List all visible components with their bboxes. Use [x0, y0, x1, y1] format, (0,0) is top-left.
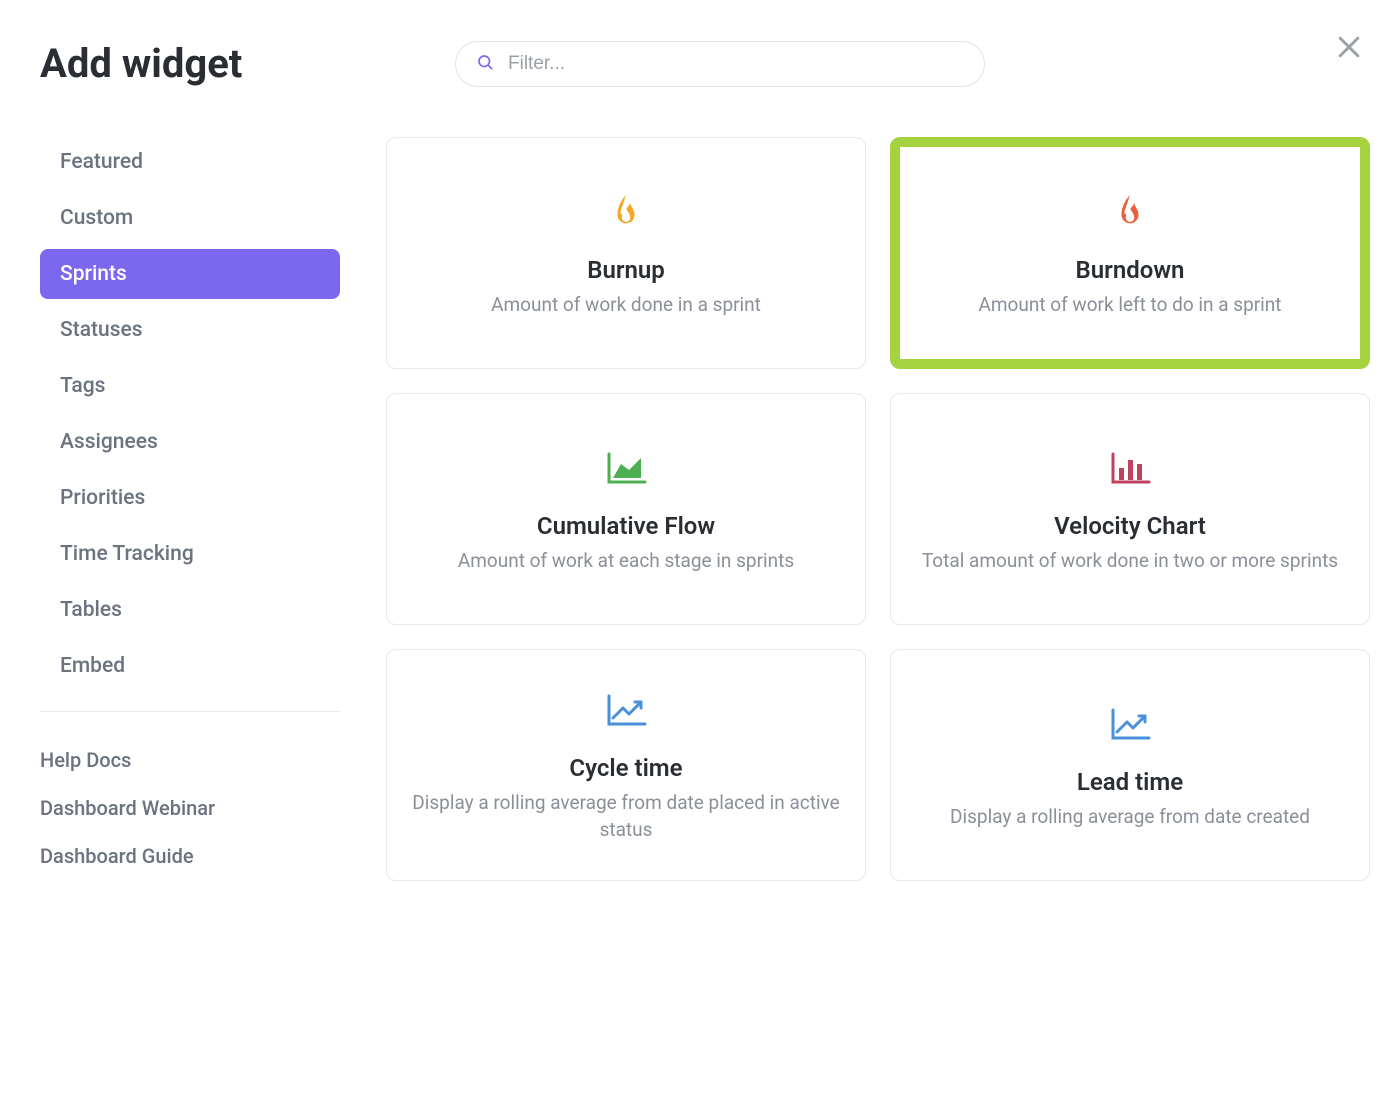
flame-orange — [1113, 190, 1147, 234]
close-icon — [1334, 47, 1364, 66]
widget-card-burndown[interactable]: Burndown Amount of work left to do in a s… — [890, 137, 1370, 369]
widget-grid-container: BurnupAmount of work done in a sprintBur… — [340, 137, 1370, 881]
sidebar-item-assignees[interactable]: Assignees — [40, 417, 340, 467]
widget-card-title: Burnup — [587, 256, 665, 284]
help-link-dashboard-webinar[interactable]: Dashboard Webinar — [40, 784, 340, 832]
page-title: Add widget — [40, 40, 445, 87]
trend-chart-icon — [605, 688, 647, 732]
widget-card-description: Total amount of work done in two or more… — [922, 548, 1338, 575]
widget-card-title: Velocity Chart — [1054, 512, 1206, 540]
sidebar-divider — [40, 711, 340, 712]
sidebar-item-priorities[interactable]: Priorities — [40, 473, 340, 523]
search-field[interactable] — [455, 41, 985, 87]
widget-card-title: Lead time — [1077, 768, 1183, 796]
widget-card-lead-time[interactable]: Lead time Display a rolling average from … — [890, 649, 1370, 881]
search-input[interactable] — [508, 53, 964, 75]
widget-card-burnup[interactable]: Burnup Amount of work done in a sprint — [386, 137, 866, 369]
sidebar-item-tags[interactable]: Tags — [40, 361, 340, 411]
area-chart-icon — [605, 446, 647, 490]
help-link-dashboard-guide[interactable]: Dashboard Guide — [40, 832, 340, 880]
flame-yellow — [609, 190, 643, 234]
widget-card-title: Burndown — [1076, 256, 1185, 284]
widget-card-cumulative-flow[interactable]: Cumulative Flow Amount of work at each st… — [386, 393, 866, 625]
sidebar-item-sprints[interactable]: Sprints — [40, 249, 340, 299]
bar-chart-icon — [1109, 446, 1151, 490]
widget-card-description: Amount of work done in a sprint — [491, 292, 761, 319]
sidebar-item-tables[interactable]: Tables — [40, 585, 340, 635]
help-link-help-docs[interactable]: Help Docs — [40, 736, 340, 784]
widget-card-title: Cumulative Flow — [537, 512, 715, 540]
widget-card-cycle-time[interactable]: Cycle time Display a rolling average from… — [386, 649, 866, 881]
trend-chart-icon — [1109, 702, 1151, 746]
widget-card-description: Display a rolling average from date plac… — [411, 790, 841, 843]
search-icon — [476, 53, 494, 75]
sidebar-item-embed[interactable]: Embed — [40, 641, 340, 691]
sidebar-item-custom[interactable]: Custom — [40, 193, 340, 243]
widget-card-description: Amount of work left to do in a sprint — [978, 292, 1281, 319]
close-button[interactable] — [1334, 32, 1364, 66]
sidebar-item-statuses[interactable]: Statuses — [40, 305, 340, 355]
widget-card-title: Cycle time — [569, 754, 682, 782]
sidebar-item-time-tracking[interactable]: Time Tracking — [40, 529, 340, 579]
sidebar-item-featured[interactable]: Featured — [40, 137, 340, 187]
widget-card-velocity-chart[interactable]: Velocity Chart Total amount of work done … — [890, 393, 1370, 625]
widget-card-description: Amount of work at each stage in sprints — [458, 548, 794, 575]
widget-card-description: Display a rolling average from date crea… — [950, 804, 1310, 831]
sidebar: Featured Custom Sprints Statuses Tags Assigne… — [40, 137, 340, 881]
